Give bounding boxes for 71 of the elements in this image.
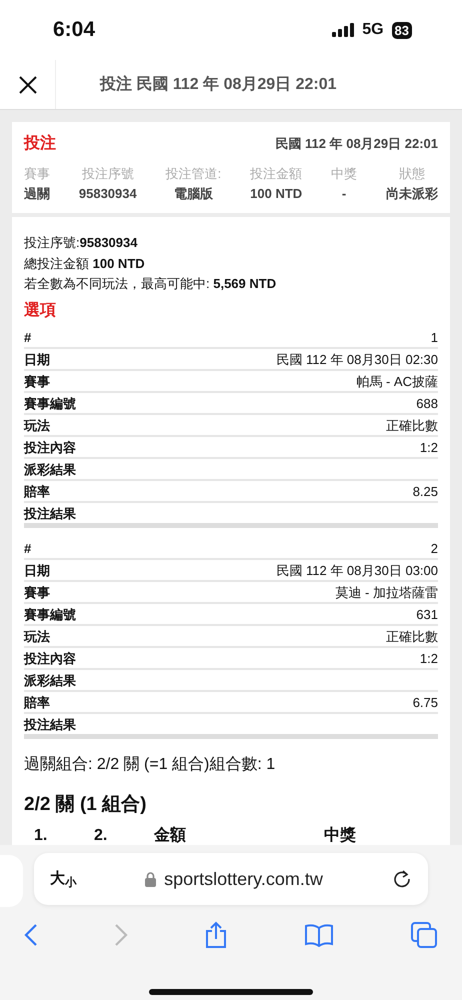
- combo-summary: 過關組合: 2/2 關 (=1 組合)組合數: 1: [24, 754, 276, 774]
- column-value: -: [342, 184, 346, 202]
- book-icon[interactable]: [304, 923, 334, 947]
- row-label: #: [24, 540, 32, 558]
- tabs-icon[interactable]: [410, 921, 438, 949]
- row-label: 派彩結果: [24, 460, 76, 478]
- row-label: 賠率: [24, 482, 50, 500]
- bet-date: 民國 112 年 08月29日 22:01: [275, 135, 438, 154]
- row-label: 玩法: [24, 628, 50, 646]
- row-value: 正確比數: [386, 416, 438, 434]
- row-label: 玩法: [24, 416, 50, 434]
- row-value: 631: [416, 606, 438, 624]
- column-label: 投注金額: [250, 165, 302, 183]
- battery-level: 83: [392, 22, 412, 38]
- back-icon[interactable]: [24, 923, 38, 947]
- share-icon[interactable]: [204, 921, 228, 949]
- url-text: sportslottery.com.tw: [164, 868, 323, 891]
- row-value: 1: [430, 328, 438, 346]
- clock: 6:04: [53, 17, 96, 44]
- column-label: 投注序號: [82, 165, 134, 183]
- text-size-button[interactable]: 大$_{小}$: [50, 868, 76, 890]
- column-label: 中獎: [331, 165, 358, 183]
- row-value: 帕馬 - AC披薩: [356, 372, 438, 390]
- row-value: 1:2: [420, 438, 438, 456]
- row-value: 2: [430, 540, 438, 558]
- row-label: 賽事編號: [24, 394, 76, 412]
- column-value: 電腦版: [174, 184, 213, 202]
- column-label: 賽事: [24, 165, 50, 183]
- row-label: 日期: [24, 562, 50, 580]
- row-value: 民國 112 年 08月30日 03:00: [276, 562, 438, 580]
- reload-icon[interactable]: [392, 869, 412, 889]
- column-header: 2.: [94, 827, 108, 845]
- column-header: 中獎: [324, 827, 356, 845]
- row-value: 莫迪 - 加拉塔薩雷: [335, 584, 438, 602]
- row-label: 投注內容: [24, 438, 76, 456]
- column-header: 1.: [33, 827, 48, 845]
- page-title: 投注 民國 112 年 08月29日 22:01: [98, 74, 337, 94]
- row-label: 投注結果: [24, 716, 76, 734]
- row-value: 民國 112 年 08月30日 02:30: [276, 350, 438, 368]
- column-label: 投注管道:: [166, 165, 222, 183]
- row-value: 8.25: [412, 482, 438, 500]
- row-label: 投注內容: [24, 650, 76, 668]
- row-label: 賠率: [24, 694, 50, 712]
- row-label: 日期: [24, 350, 50, 368]
- row-value: 1:2: [420, 650, 438, 668]
- combo-title: 2/2 關 (1 組合): [24, 792, 148, 816]
- info-line: 若全數為不同玩法，最高可能中: 5,569 NTD: [24, 275, 278, 293]
- row-label: 投注結果: [24, 504, 76, 522]
- close-icon[interactable]: [18, 74, 38, 94]
- section-title: 投注: [24, 133, 56, 154]
- row-label: 派彩結果: [24, 672, 76, 690]
- address-bar[interactable]: 大$_{小}$ sportslottery.com.tw: [34, 853, 428, 905]
- section-title: 選項: [24, 300, 57, 320]
- info-line: 投注序號:95830934: [24, 234, 138, 252]
- row-label: 賽事編號: [24, 606, 76, 624]
- column-value: 95830934: [78, 184, 137, 202]
- lock-icon: [145, 872, 156, 886]
- row-value: 6.75: [412, 694, 438, 712]
- network-label: 5G: [362, 20, 384, 40]
- column-label: 狀態: [398, 165, 425, 183]
- column-header: 金額: [154, 827, 187, 845]
- column-value: 100 NTD: [250, 184, 302, 202]
- row-label: 賽事: [24, 584, 50, 602]
- row-label: 賽事: [24, 372, 50, 390]
- column-value: 尚未派彩: [386, 184, 438, 202]
- row-value: 688: [416, 394, 438, 412]
- row-value: 正確比數: [386, 628, 438, 646]
- column-value: 過關: [24, 184, 50, 202]
- signal-icon: [332, 23, 354, 37]
- info-line: 總投注金額 100 NTD: [24, 254, 146, 272]
- row-label: #: [24, 328, 32, 346]
